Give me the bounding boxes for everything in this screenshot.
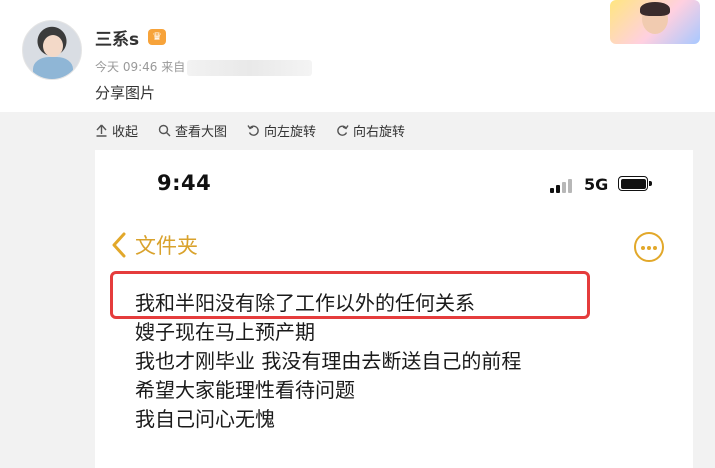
post-source-prefix: 来自 bbox=[161, 60, 186, 74]
network-type: 5G bbox=[584, 175, 609, 194]
back-label: 文件夹 bbox=[135, 234, 198, 258]
chevron-left-icon bbox=[112, 232, 126, 258]
username[interactable]: 三系s bbox=[95, 25, 139, 50]
battery-nub bbox=[649, 181, 652, 186]
battery-fill bbox=[620, 178, 646, 189]
post-meta: 今天 09:46 来自 bbox=[95, 58, 313, 76]
note-line: 希望大家能理性看待问题 bbox=[135, 378, 355, 402]
avatar[interactable] bbox=[22, 20, 82, 80]
rotate-right-label: 向右旋转 bbox=[353, 124, 406, 140]
view-large-label: 查看大图 bbox=[175, 124, 228, 140]
status-bar-time: 9:44 bbox=[157, 171, 212, 195]
view-large-button[interactable]: 查看大图 bbox=[158, 121, 227, 140]
collapse-label: 收起 bbox=[112, 124, 139, 140]
rotate-right-icon bbox=[337, 124, 349, 136]
sticker-hair bbox=[640, 2, 670, 16]
image-toolbar: 收起 查看大图 向左旋转 向右旋转 bbox=[95, 118, 405, 142]
battery-icon bbox=[618, 176, 652, 191]
back-to-folders-button[interactable]: 文件夹 bbox=[111, 230, 198, 260]
blurred-source bbox=[187, 59, 313, 76]
ellipsis-circle-icon[interactable] bbox=[634, 232, 664, 262]
note-line: 我和半阳没有除了工作以外的任何关系 bbox=[135, 291, 475, 315]
cellular-signal-icon bbox=[550, 177, 576, 193]
note-body[interactable]: 我和半阳没有除了工作以外的任何关系 嫂子现在马上预产期 我也才刚毕业 我没有理由… bbox=[135, 289, 521, 434]
rotate-left-label: 向左旋转 bbox=[264, 124, 317, 140]
note-line: 我也才刚毕业 我没有理由去断送自己的前程 bbox=[135, 349, 522, 373]
note-line: 我自己问心无愧 bbox=[135, 407, 275, 431]
decorative-sticker bbox=[610, 0, 700, 44]
post-text: 分享图片 bbox=[95, 84, 156, 102]
vip-badge-icon: ♛ bbox=[148, 29, 166, 45]
search-icon bbox=[158, 124, 171, 136]
avatar-face bbox=[43, 35, 63, 57]
note-line: 嫂子现在马上预产期 bbox=[135, 320, 315, 344]
rotate-left-icon bbox=[247, 124, 259, 136]
rotate-right-button[interactable]: 向右旋转 bbox=[336, 121, 405, 140]
rotate-left-button[interactable]: 向左旋转 bbox=[247, 121, 316, 140]
avatar-body bbox=[33, 57, 73, 79]
post-timestamp: 今天 09:46 bbox=[95, 60, 158, 74]
collapse-arrow-icon bbox=[96, 124, 107, 137]
phone-screenshot[interactable]: 9:44 5G 文件夹 我和半阳没有除了工作以外的任何关系 嫂子现在马上预产期 … bbox=[95, 150, 693, 468]
collapse-button[interactable]: 收起 bbox=[95, 121, 138, 140]
